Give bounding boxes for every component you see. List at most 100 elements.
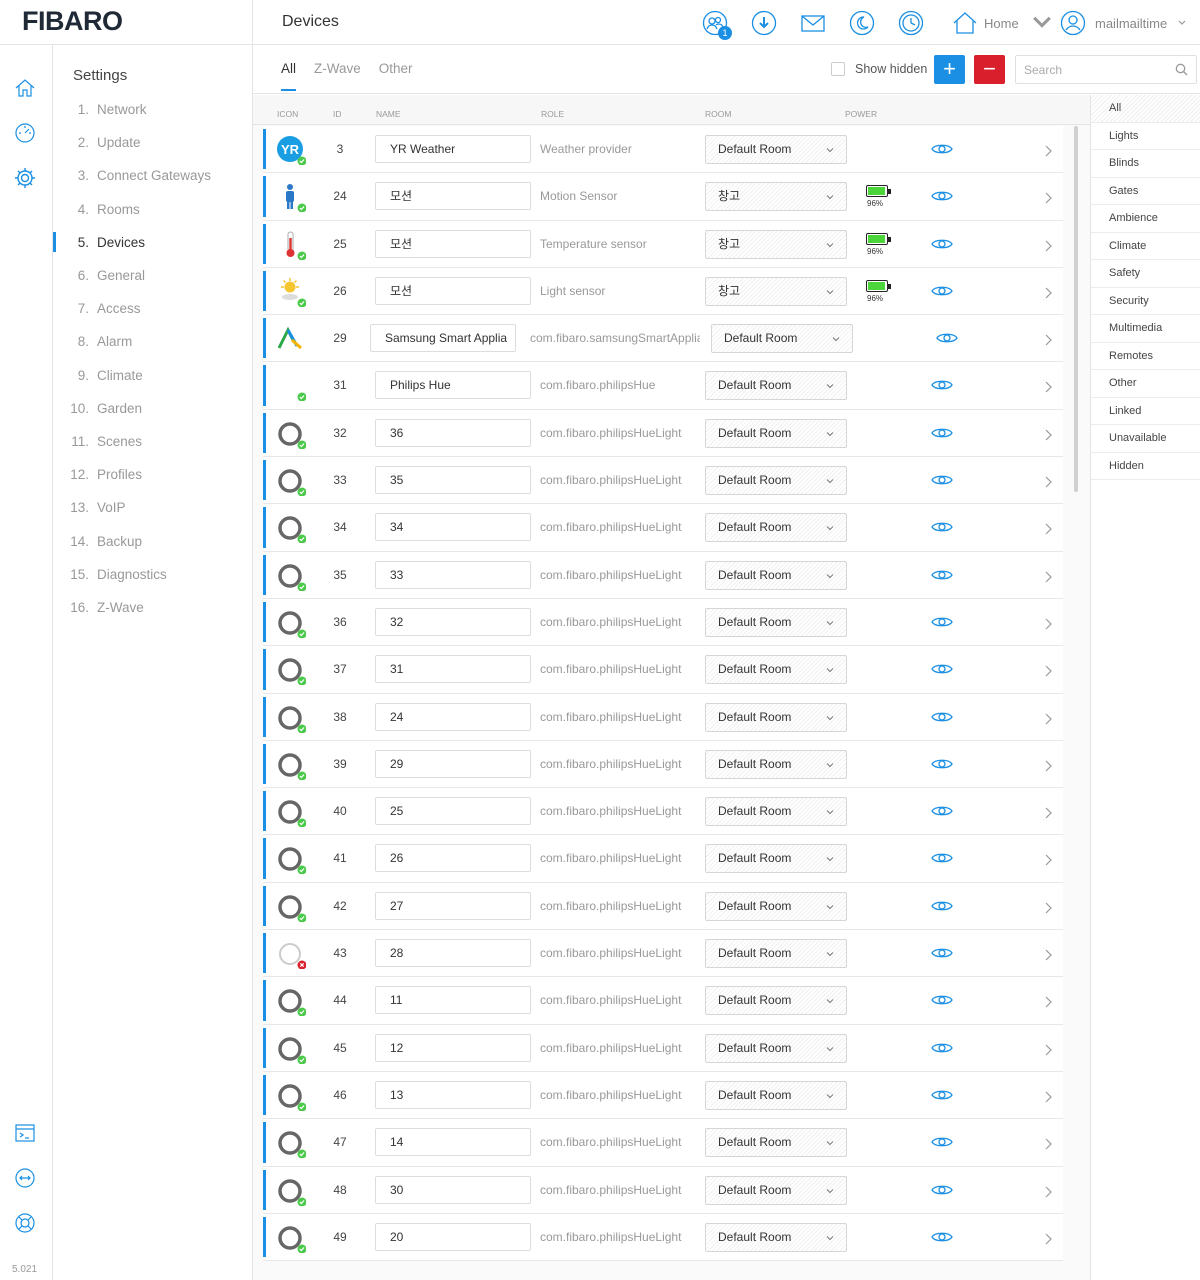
settings-menu-item[interactable]: 10. Garden	[53, 392, 252, 425]
tab-z-wave[interactable]: Z-Wave	[314, 61, 361, 91]
device-name-input[interactable]: Samsung Smart Applia	[370, 324, 516, 353]
eye-icon[interactable]	[931, 237, 953, 251]
room-select[interactable]: 창고	[705, 229, 847, 259]
eye-icon[interactable]	[931, 473, 953, 487]
eye-icon[interactable]	[931, 284, 953, 298]
room-select[interactable]: Default Room	[705, 1033, 847, 1063]
settings-menu-item[interactable]: 12. Profiles	[53, 458, 252, 491]
table-row[interactable]: 44 11 com.fibaro.philipsHueLight Default Ro…	[263, 977, 1063, 1025]
room-select[interactable]: Default Room	[705, 466, 847, 496]
eye-icon[interactable]	[931, 993, 953, 1007]
room-select[interactable]: Default Room	[705, 797, 847, 827]
device-name-input[interactable]: 28	[375, 939, 531, 968]
device-name-input[interactable]: 36	[375, 418, 531, 447]
chevron-right-icon[interactable]	[1044, 948, 1052, 961]
table-scrollbar[interactable]	[1074, 126, 1078, 492]
table-row[interactable]: 47 14 com.fibaro.philipsHueLight Default Ro…	[263, 1119, 1063, 1167]
category-hidden[interactable]: Hidden	[1091, 453, 1200, 480]
device-name-input[interactable]: 30	[375, 1175, 531, 1204]
chevron-right-icon[interactable]	[1044, 239, 1052, 252]
download-icon[interactable]	[749, 8, 779, 38]
eye-icon[interactable]	[931, 1135, 953, 1149]
room-select[interactable]: Default Room	[705, 607, 847, 637]
search-input[interactable]	[1016, 56, 1166, 83]
tab-all[interactable]: All	[281, 61, 297, 91]
settings-menu-item[interactable]: 4. Rooms	[53, 193, 252, 226]
device-name-input[interactable]: 25	[375, 797, 531, 826]
settings-menu-item[interactable]: 8. Alarm	[53, 325, 252, 358]
settings-menu-item[interactable]: 1. Network	[53, 93, 252, 126]
device-name-input[interactable]: 모션	[375, 182, 531, 211]
category-other[interactable]: Other	[1091, 370, 1200, 398]
chevron-right-icon[interactable]	[1044, 475, 1052, 488]
user-selector[interactable]: mailmailtime	[1060, 10, 1187, 36]
eye-icon[interactable]	[931, 1088, 953, 1102]
device-name-input[interactable]: 26	[375, 844, 531, 873]
fibaro-logo[interactable]: FIBARO	[22, 6, 123, 37]
category-all[interactable]: All	[1091, 95, 1200, 123]
chevron-right-icon[interactable]	[1044, 570, 1052, 583]
eye-icon[interactable]	[931, 520, 953, 534]
header-role[interactable]: ROLE	[541, 109, 564, 119]
category-remotes[interactable]: Remotes	[1091, 343, 1200, 370]
device-name-input[interactable]: 모션	[375, 229, 531, 258]
settings-gear-icon[interactable]	[13, 166, 37, 190]
category-unavailable[interactable]: Unavailable	[1091, 425, 1200, 453]
eye-icon[interactable]	[931, 426, 953, 440]
show-hidden-toggle[interactable]: Show hidden	[831, 62, 927, 76]
room-select[interactable]: Default Room	[705, 1128, 847, 1158]
clock-icon[interactable]	[896, 8, 926, 38]
device-name-input[interactable]: YR Weather	[375, 135, 531, 163]
table-row[interactable]: 48 30 com.fibaro.philipsHueLight Default Ro…	[263, 1166, 1063, 1214]
chevron-right-icon[interactable]	[1044, 712, 1052, 724]
category-gates[interactable]: Gates	[1091, 178, 1200, 205]
room-select[interactable]: Default Room	[705, 655, 847, 685]
settings-menu-item[interactable]: 6. General	[53, 259, 252, 292]
room-select[interactable]: Default Room	[705, 135, 847, 164]
device-name-input[interactable]: 24	[375, 702, 531, 731]
chevron-right-icon[interactable]	[1044, 286, 1052, 299]
table-row[interactable]: 39 29 com.fibaro.philipsHueLight Default Ro…	[263, 740, 1063, 789]
table-row[interactable]: 40 25 com.fibaro.philipsHueLight Default Ro…	[263, 788, 1063, 836]
chevron-right-icon[interactable]	[1044, 428, 1052, 441]
category-ambience[interactable]: Ambience	[1091, 205, 1200, 233]
search-box[interactable]	[1015, 55, 1197, 84]
settings-menu-item[interactable]: 7. Access	[53, 292, 252, 325]
category-security[interactable]: Security	[1091, 288, 1200, 315]
eye-icon[interactable]	[931, 142, 953, 156]
eye-icon[interactable]	[931, 189, 953, 203]
device-name-input[interactable]: 31	[375, 655, 531, 684]
table-row[interactable]: 32 36 com.fibaro.philipsHueLight Default Ro…	[263, 409, 1063, 458]
eye-icon[interactable]	[931, 662, 953, 676]
chevron-right-icon[interactable]	[1044, 333, 1052, 346]
table-row[interactable]: 26 모션 Light sensor 창고 96%	[263, 267, 1063, 316]
header-room[interactable]: ROOM	[705, 109, 731, 119]
device-name-input[interactable]: 27	[375, 891, 531, 920]
eye-icon[interactable]	[931, 568, 953, 582]
table-row[interactable]: 38 24 com.fibaro.philipsHueLight Default Ro…	[263, 693, 1063, 741]
users-icon[interactable]: 1	[700, 8, 732, 40]
eye-icon[interactable]	[931, 615, 953, 629]
table-row[interactable]: 24 모션 Motion Sensor 창고 96%	[263, 173, 1063, 221]
room-select[interactable]: Default Room	[705, 371, 847, 401]
chevron-right-icon[interactable]	[1044, 806, 1052, 819]
chevron-right-icon[interactable]	[1044, 1043, 1052, 1056]
table-row[interactable]: 29 Samsung Smart Applia com.fibaro.samsung…	[263, 315, 1063, 363]
device-name-input[interactable]: 29	[375, 749, 531, 778]
eye-icon[interactable]	[931, 804, 953, 818]
eye-icon[interactable]	[931, 378, 953, 392]
settings-menu-item[interactable]: 16. Z-Wave	[53, 591, 252, 624]
chevron-right-icon[interactable]	[1044, 1185, 1052, 1197]
table-row[interactable]: 35 33 com.fibaro.philipsHueLight Default Ro…	[263, 551, 1063, 599]
add-device-button[interactable]: +	[934, 55, 965, 84]
room-select[interactable]: 창고	[705, 182, 847, 212]
eye-icon[interactable]	[931, 710, 953, 724]
device-name-input[interactable]: 12	[375, 1033, 531, 1062]
table-row[interactable]: 36 32 com.fibaro.philipsHueLight Default Ro…	[263, 598, 1063, 647]
settings-menu-item[interactable]: 15. Diagnostics	[53, 558, 252, 591]
table-row[interactable]: 25 모션 Temperature sensor 창고 96%	[263, 220, 1063, 268]
chevron-right-icon[interactable]	[1044, 1137, 1052, 1150]
mail-icon[interactable]	[798, 8, 828, 38]
table-row[interactable]: 46 13 com.fibaro.philipsHueLight Default Ro…	[263, 1071, 1063, 1120]
table-row[interactable]: 42 27 com.fibaro.philipsHueLight Default Ro…	[263, 882, 1063, 931]
